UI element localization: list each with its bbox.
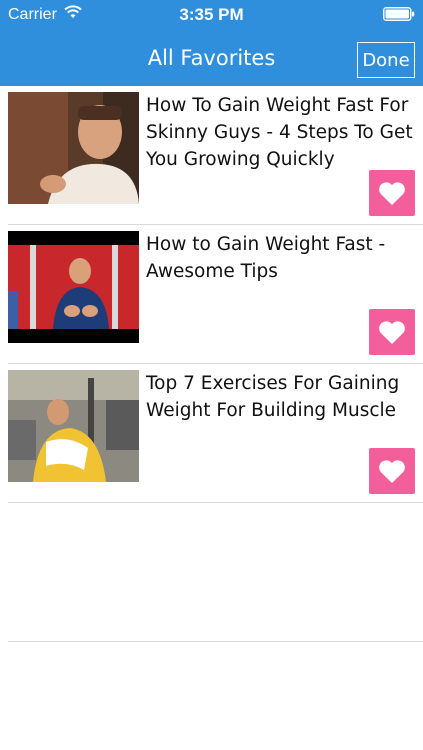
favorite-button[interactable]	[369, 170, 415, 216]
favorite-button[interactable]	[369, 309, 415, 355]
video-title[interactable]: Top 7 Exercises For Gaining Weight For B…	[146, 370, 416, 424]
list-item[interactable]: How to Gain Weight Fast - Awesome Tips	[0, 225, 423, 364]
nav-bar: Carrier 3:35 PM All Favorites Done	[0, 0, 423, 86]
video-thumbnail[interactable]	[8, 92, 139, 204]
list-item[interactable]: Top 7 Exercises For Gaining Weight For B…	[0, 364, 423, 503]
empty-list-row	[0, 503, 423, 642]
favorites-list: How To Gain Weight Fast For Skinny Guys …	[0, 86, 423, 642]
video-title[interactable]: How to Gain Weight Fast - Awesome Tips	[146, 231, 416, 285]
battery-icon	[383, 7, 415, 21]
heart-icon	[379, 459, 405, 483]
divider	[8, 641, 423, 642]
done-button[interactable]: Done	[357, 42, 415, 78]
video-title[interactable]: How To Gain Weight Fast For Skinny Guys …	[146, 92, 416, 173]
video-thumbnail[interactable]	[8, 370, 139, 482]
status-time: 3:35 PM	[179, 5, 244, 24]
heart-icon	[379, 320, 405, 344]
status-bar: Carrier 3:35 PM	[0, 0, 423, 28]
video-thumbnail[interactable]	[8, 231, 139, 343]
list-item[interactable]: How To Gain Weight Fast For Skinny Guys …	[0, 86, 423, 225]
favorite-button[interactable]	[369, 448, 415, 494]
heart-icon	[379, 181, 405, 205]
